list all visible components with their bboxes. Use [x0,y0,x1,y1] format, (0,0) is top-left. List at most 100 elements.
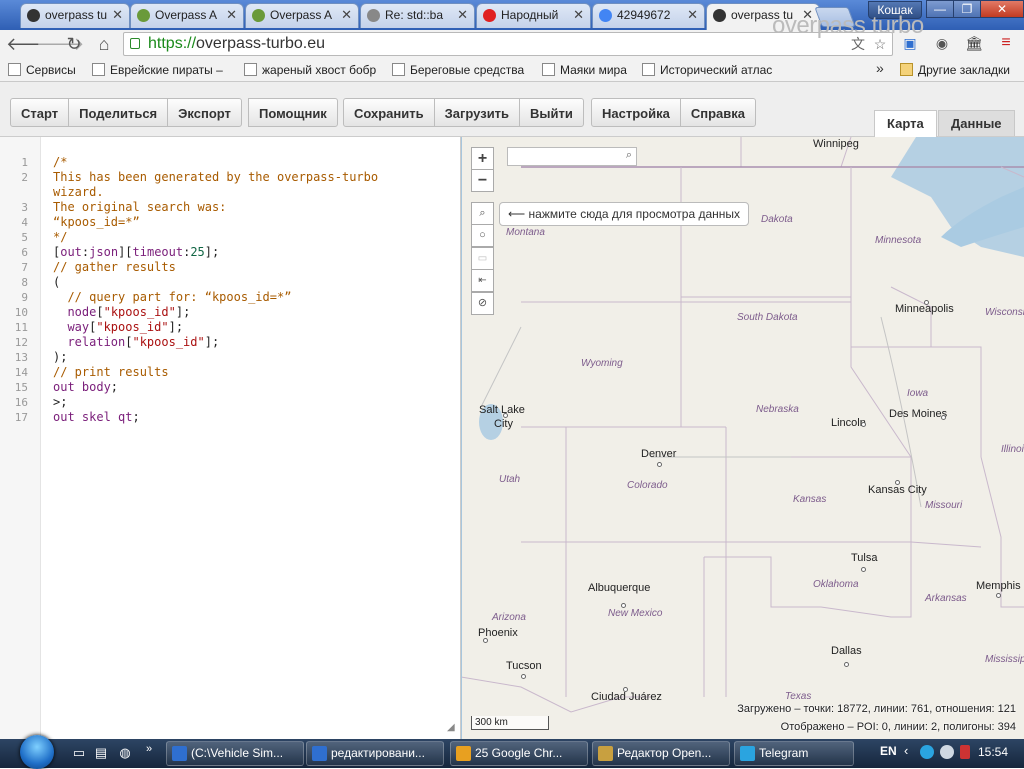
close-icon[interactable]: ✕ [457,4,468,26]
language-indicator[interactable]: EN [880,744,897,758]
quicklaunch-overflow[interactable]: » [140,740,158,758]
bookmark-item[interactable]: Маяки мира [542,62,634,78]
toolbar-group: Настройка Справка [591,98,756,127]
tab-4[interactable]: Re: std::ba ✕ [360,3,475,28]
restore-button[interactable]: ❐ [953,0,981,18]
locate-me-icon[interactable]: ○ [471,224,494,247]
zoom-to-data-icon[interactable]: ⌕ [471,202,494,225]
back-button[interactable]: 🡐 [6,34,54,54]
zoom-in-button[interactable]: + [471,147,494,170]
toolbar-button[interactable]: Экспорт [167,98,242,127]
bookmark-item[interactable]: Исторический атлас [642,62,782,78]
map-tiles [461,137,1024,739]
stats-loaded: Загружено – точки: 18772, линии: 761, от… [737,703,1016,715]
resize-handle[interactable]: ◢ [447,722,459,734]
show-desktop-icon[interactable]: ▭ [70,744,88,762]
page-icon [244,63,257,76]
bookmarks-overflow-button[interactable]: » [876,60,884,76]
quicklaunch-chrome-icon[interactable]: ◍ [116,744,134,762]
bookmark-label: жареный хвост бобр [262,63,377,77]
code-token: ]; [168,320,184,334]
close-icon[interactable]: ✕ [687,4,698,26]
forward-button[interactable]: 🡒 [36,34,84,54]
code-token: timeout [132,245,184,259]
query-editor[interactable]: 1 2 3 4 5 6 7 8 9 10 11 12 13 14 15 16 17 /* This has bee… [0,137,461,739]
scale-bar: 300 km [471,716,549,730]
tab-6[interactable]: 42949672 ✕ [592,3,705,28]
brand-logo: overpass turbo [772,12,924,39]
taskbar-item[interactable]: Telegram [734,741,854,766]
city-label: Tucson [506,660,542,672]
bookmark-item[interactable]: жареный хвост бобр [244,62,379,78]
map-search-input[interactable]: ⌕ [507,147,637,166]
city-label: Albuquerque [588,582,651,594]
taskbar-item[interactable]: редактировани... [306,741,444,766]
close-icon[interactable]: ✕ [112,4,123,26]
tab-map[interactable]: Карта [874,110,937,137]
bookmark-item[interactable]: Еврейские пираты – [92,62,232,78]
window-close-button[interactable]: ✕ [980,0,1024,18]
state-label: Nebraska [756,404,799,415]
bookmark-label: Еврейские пираты – [110,63,223,77]
tab-5[interactable]: Народный ✕ [476,3,591,28]
taskbar-item[interactable]: (C:\Vehicle Sim... [166,741,304,766]
line-number: 10 [14,306,28,319]
antivirus-tray-icon[interactable] [960,745,970,759]
border-line [850,167,891,348]
taskbar-item[interactable]: Редактор Open... [592,741,730,766]
toolbar-button[interactable]: Справка [679,98,756,127]
city-dot [861,422,866,427]
line-number: 9 [21,291,28,304]
tab-data[interactable]: Данные [938,110,1015,136]
toolbar-button[interactable]: Сохранить [343,98,435,127]
city-label: Minneapolis [895,303,954,315]
tab-2[interactable]: Overpass A ✕ [130,3,244,28]
toolbar-button[interactable]: Загрузить [433,98,521,127]
city-label: Tulsa [851,552,878,564]
extension-globe-icon[interactable]: ◉ [932,33,952,53]
menu-icon[interactable]: ≡ [996,33,1016,53]
toolbar-button[interactable]: Настройка [591,98,681,127]
overpass-leaf-icon [137,9,150,22]
bookmark-item[interactable]: Сервисы [8,62,88,78]
network-tray-icon[interactable] [940,745,954,759]
state-label: South Dakota [737,312,798,323]
code-token: "kpoos_id" [103,305,176,319]
city-dot [623,687,628,692]
state-label: Colorado [627,480,668,491]
toolbar-button[interactable]: Помощник [248,98,338,127]
fullscreen-icon[interactable]: ⇤ [471,269,494,292]
tab-1[interactable]: overpass tu ✕ [20,3,130,28]
close-icon[interactable]: ✕ [573,4,584,26]
tray-expand-icon[interactable]: ‹ [904,743,908,758]
minimize-button[interactable]: — [926,0,954,18]
state-label: Dakota [761,214,793,225]
toolbar-button[interactable]: Старт [10,98,70,127]
image-icon[interactable]: ▭ [471,247,494,270]
code-line: The original search was: [53,200,226,215]
telegram-tray-icon[interactable] [920,745,934,759]
close-icon[interactable]: ✕ [341,4,352,26]
map-view[interactable]: + − ⌕ ○ ▭ ⇤ ⊘ ⌕ ⟵ нажмите сюда для просм… [461,137,1024,739]
clear-data-icon[interactable]: ⊘ [471,292,494,315]
taskbar-item-label: Telegram [759,746,809,760]
bookmark-item[interactable]: Береговые средства [392,62,532,78]
clock[interactable]: 15:54 [978,745,1008,759]
toolbar-button[interactable]: Выйти [519,98,584,127]
home-icon[interactable]: ⌂ [94,34,114,54]
city-dot [861,567,866,572]
close-icon[interactable]: ✕ [226,4,237,26]
extension-museum-icon[interactable]: 🏛 [964,33,984,53]
taskbar-item[interactable]: 25 Google Chr... [450,741,588,766]
code-line: [out:json][timeout:25]; [53,245,219,260]
quicklaunch-window-icon[interactable]: ▤ [92,744,110,762]
start-button[interactable] [14,735,56,769]
other-bookmarks[interactable]: Другие закладки [900,62,1010,78]
data-hint-tooltip[interactable]: ⟵ нажмите сюда для просмотра данных [499,202,750,226]
reload-button[interactable]: ↻ [64,34,84,54]
zoom-out-button[interactable]: − [471,169,494,192]
tab-3[interactable]: Overpass A ✕ [245,3,359,28]
toolbar-button[interactable]: Поделиться [68,98,169,127]
url-host: overpass-turbo.eu [196,35,325,52]
border-line [704,542,912,618]
